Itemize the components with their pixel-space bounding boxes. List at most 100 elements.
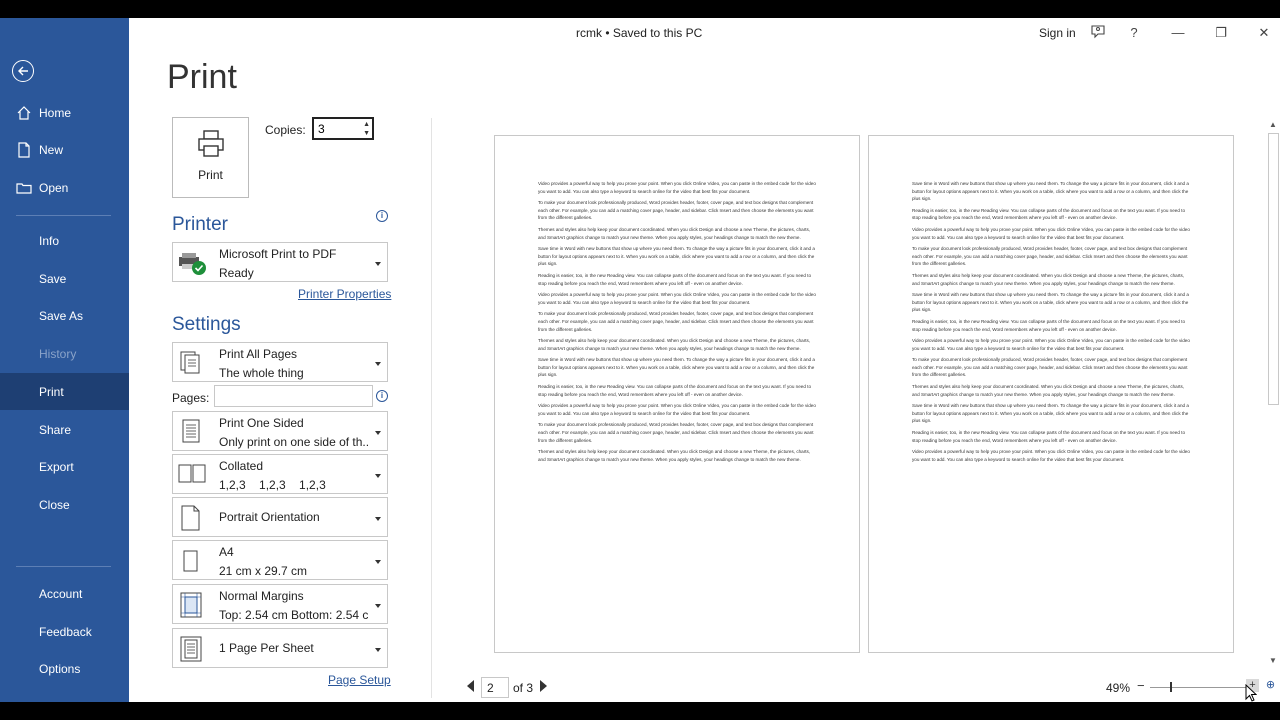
close-icon[interactable]: ✕ (1255, 24, 1273, 42)
sidebar-item-label: New (39, 143, 64, 157)
info-icon[interactable]: i (376, 210, 388, 222)
backstage-sidebar: Home New Open Info Save Save As History … (0, 18, 129, 702)
setting-l2: 1,2,3 1,2,3 1,2,3 (219, 478, 326, 492)
setting-l1: Normal Margins (219, 589, 304, 603)
copies-stepper[interactable]: ▲ ▼ (312, 117, 374, 140)
previous-page-icon[interactable] (467, 680, 474, 692)
sidebar-item-label: History (39, 347, 77, 361)
setting-l1: A4 (219, 545, 234, 559)
page-number-input[interactable]: 2 (481, 677, 509, 698)
printer-status: Ready (219, 266, 254, 280)
page-count: of 3 (513, 681, 534, 695)
setting-l1: 1 Page Per Sheet (219, 641, 314, 655)
preview-paragraph: Reading is easier, too, in the new Readi… (912, 318, 1185, 332)
printer-dropdown[interactable]: Microsoft Print to PDF Ready (172, 242, 388, 282)
copies-label: Copies: (265, 123, 306, 137)
pages-stack-icon (180, 351, 200, 374)
setting-l1: Print One Sided (219, 416, 304, 430)
sidebar-item-label: Print (39, 384, 64, 399)
minimize-icon[interactable]: — (1169, 24, 1187, 42)
word-backstage-window: Home New Open Info Save Save As History … (0, 18, 1280, 702)
sidebar-item-open[interactable]: Open (0, 170, 129, 206)
title-bar: rcmk • Saved to this PC Sign in ? — ❐ ✕ (129, 18, 1280, 48)
page-setup-link[interactable]: Page Setup (328, 673, 391, 687)
sidebar-item-save[interactable]: Save (0, 261, 129, 297)
coauthor-icon[interactable] (1089, 24, 1107, 42)
sidebar-item-options[interactable]: Options (0, 651, 129, 687)
chevron-down-icon (375, 648, 381, 652)
pages-per-sheet-dropdown[interactable]: 1 Page Per Sheet (172, 628, 388, 668)
restore-icon[interactable]: ❐ (1212, 24, 1230, 42)
preview-paragraph: To make your document look professionall… (538, 200, 814, 221)
collation-dropdown[interactable]: Collated 1,2,3 1,2,3 1,2,3 (172, 454, 388, 494)
paper-size-dropdown[interactable]: A4 21 cm x 29.7 cm (172, 540, 388, 580)
sidebar-item-new[interactable]: New (0, 132, 129, 168)
pages-input[interactable] (214, 385, 373, 407)
preview-paragraph: Reading is easier, too, in the new Readi… (538, 384, 811, 397)
help-icon[interactable]: ? (1125, 24, 1143, 42)
chevron-down-icon (375, 517, 381, 521)
zoom-level[interactable]: 49% (1106, 681, 1130, 695)
preview-paragraph: Themes and styles also help keep your do… (538, 226, 811, 240)
zoom-to-page-icon[interactable]: ⊕ (1264, 679, 1277, 692)
sides-dropdown[interactable]: Print One Sided Only print on one side o… (172, 411, 388, 451)
zoom-slider-thumb[interactable] (1170, 682, 1172, 692)
back-arrow-icon[interactable] (12, 60, 34, 82)
orientation-dropdown[interactable]: Portrait Orientation (172, 497, 388, 537)
sidebar-item-save-as[interactable]: Save As (0, 298, 129, 334)
zoom-out-icon[interactable]: − (1137, 678, 1145, 693)
margins-icon (180, 592, 202, 618)
preview-page-1: Video provides a powerful way to help yo… (494, 135, 860, 653)
preview-paragraph: Reading is easier, too, in the new Readi… (912, 430, 1185, 443)
sidebar-item-feedback[interactable]: Feedback (0, 614, 129, 650)
chevron-down-icon (375, 362, 381, 366)
sidebar-item-home[interactable]: Home (0, 95, 129, 131)
collated-icon (178, 464, 206, 483)
scroll-up-icon[interactable]: ▲ (1269, 120, 1277, 129)
print-preview: Video provides a powerful way to help yo… (432, 118, 1267, 668)
preview-paragraph: Save time in Word with new buttons that … (912, 403, 1189, 424)
preview-paragraph: To make your document look professionall… (538, 422, 814, 443)
sidebar-item-share[interactable]: Share (0, 412, 129, 448)
printer-heading: Printer (172, 214, 228, 235)
settings-heading: Settings (172, 314, 241, 335)
home-icon (17, 106, 31, 120)
sidebar-item-print[interactable]: Print (0, 373, 129, 410)
chevron-up-icon[interactable]: ▲ (363, 121, 370, 129)
preview-paragraph: Video provides a powerful way to help yo… (538, 403, 816, 416)
printer-properties-link[interactable]: Printer Properties (298, 287, 391, 301)
scrollbar-thumb[interactable] (1268, 133, 1279, 405)
sign-in-link[interactable]: Sign in (1039, 26, 1076, 40)
printer-name: Microsoft Print to PDF (219, 247, 337, 261)
zoom-slider[interactable] (1150, 687, 1246, 688)
info-icon[interactable]: i (376, 390, 388, 402)
print-button[interactable]: Print (172, 117, 249, 198)
new-doc-icon (18, 142, 30, 158)
margins-dropdown[interactable]: Normal Margins Top: 2.54 cm Bottom: 2.54… (172, 584, 388, 624)
preview-paragraph: Video provides a powerful way to help yo… (912, 338, 1190, 351)
document-title: rcmk • Saved to this PC (576, 26, 703, 40)
sidebar-item-history: History (0, 336, 129, 372)
folder-icon (16, 183, 32, 194)
preview-page-2: Save time in Word with new buttons that … (868, 135, 1234, 653)
next-page-icon[interactable] (540, 680, 547, 692)
one-sided-icon (182, 419, 200, 443)
setting-l1: Print All Pages (219, 347, 298, 361)
setting-l1: Collated (219, 459, 264, 473)
sidebar-item-export[interactable]: Export (0, 449, 129, 485)
print-button-label: Print (198, 168, 223, 182)
preview-paragraph: Video provides a powerful way to help yo… (538, 292, 816, 305)
setting-l1: Portrait Orientation (219, 510, 320, 524)
preview-scrollbar[interactable]: ▲ ▼ (1267, 120, 1280, 670)
sidebar-divider (16, 566, 111, 567)
print-range-dropdown[interactable]: Print All Pages The whole thing (172, 342, 388, 382)
preview-page-2-body: Save time in Word with new buttons that … (912, 180, 1192, 467)
sidebar-item-close[interactable]: Close (0, 487, 129, 523)
chevron-down-icon[interactable]: ▼ (363, 130, 370, 138)
sidebar-divider (16, 215, 111, 216)
sidebar-item-account[interactable]: Account (0, 576, 129, 612)
sidebar-item-info[interactable]: Info (0, 223, 129, 259)
scroll-down-icon[interactable]: ▼ (1269, 656, 1277, 665)
copies-input[interactable] (318, 120, 354, 137)
preview-paragraph: Save time in Word with new buttons that … (912, 181, 1189, 202)
